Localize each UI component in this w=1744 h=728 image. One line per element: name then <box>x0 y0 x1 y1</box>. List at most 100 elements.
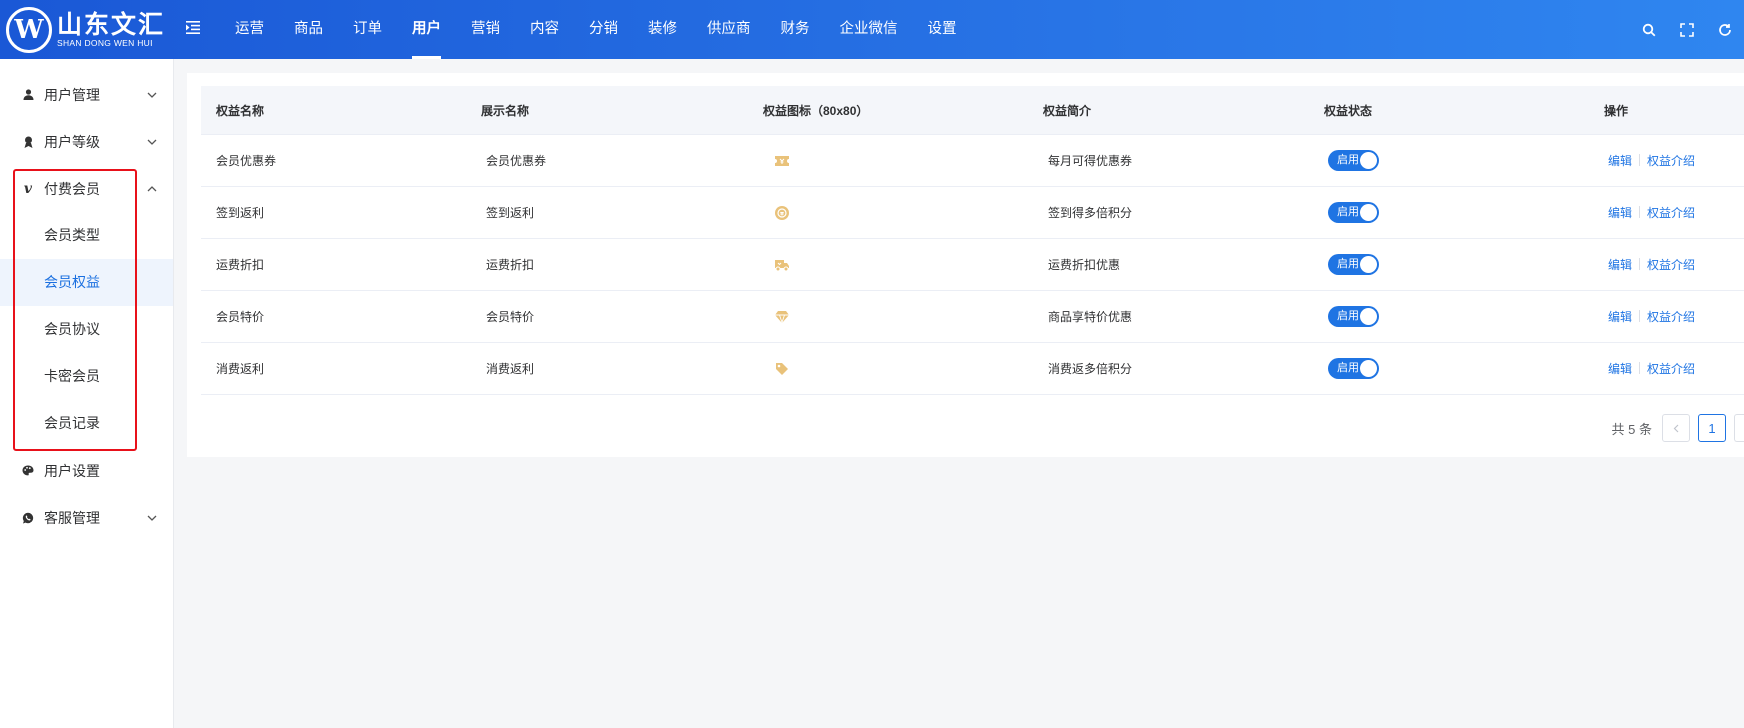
main-nav: 运营 商品 订单 用户 营销 内容 分销 装修 供应商 财务 企业微信 设置 <box>220 0 972 59</box>
top-header: W 山东文汇 SHAN DONG WEN HUI 运营 商品 订单 用户 营销 … <box>0 0 1744 59</box>
display-name: 会员特价 <box>486 310 535 324</box>
benefit-name: 会员优惠券 <box>216 154 277 168</box>
table-row: 运费折扣 运费折扣 运费折扣优惠 启用 编辑 权益介绍 <box>201 239 1744 291</box>
pagination-total: 共 5 条 <box>1611 421 1652 437</box>
column-header: 权益名称 <box>216 103 265 118</box>
table-header: 权益名称 展示名称 权益图标（80x80） 权益简介 权益状态 操作 <box>201 86 1744 135</box>
nav-tab-settings[interactable]: 设置 <box>913 0 972 59</box>
tag-icon <box>774 361 790 377</box>
nav-tab-operations[interactable]: 运营 <box>220 0 279 59</box>
coin-icon <box>774 205 790 221</box>
benefit-intro-link[interactable]: 权益介绍 <box>1647 362 1695 376</box>
table-row: 会员特价 会员特价 商品享特价优惠 启用 编辑 权益介绍 <box>201 291 1744 343</box>
vip-icon: v <box>23 180 33 197</box>
table-row: 消费返利 消费返利 消费返多倍积分 启用 编辑 权益介绍 <box>201 343 1744 395</box>
sidebar-item-label: 用户设置 <box>44 462 100 479</box>
nav-tab-distribution[interactable]: 分销 <box>574 0 633 59</box>
nav-tab-suppliers[interactable]: 供应商 <box>692 0 766 59</box>
benefit-intro: 签到得多倍积分 <box>1048 206 1133 220</box>
benefit-intro: 消费返多倍积分 <box>1048 362 1133 376</box>
sidebar-item-paid-member[interactable]: v 付费会员 <box>0 165 173 212</box>
sidebar-item-label: 客服管理 <box>44 509 100 526</box>
display-name: 消费返利 <box>486 362 535 376</box>
sidebar-item-user-level[interactable]: 用户等级 <box>0 118 173 165</box>
nav-tab-decoration[interactable]: 装修 <box>633 0 692 59</box>
refresh-icon[interactable] <box>1706 23 1744 37</box>
display-name: 签到返利 <box>486 206 535 220</box>
truck-icon <box>774 257 790 273</box>
table-row: 签到返利 签到返利 签到得多倍积分 启用 编辑 权益介绍 <box>201 187 1744 239</box>
sidebar-subitem-member-benefits[interactable]: 会员权益 <box>0 259 173 306</box>
benefits-table: 权益名称 展示名称 权益图标（80x80） 权益简介 权益状态 操作 会员优惠券… <box>201 86 1744 395</box>
sidebar-item-user-settings[interactable]: 用户设置 <box>0 447 173 494</box>
prev-page-button[interactable] <box>1662 414 1690 442</box>
logo-mark: W <box>6 6 52 53</box>
status-toggle[interactable]: 启用 <box>1328 358 1379 379</box>
benefit-name: 消费返利 <box>216 362 265 376</box>
status-toggle[interactable]: 启用 <box>1328 150 1379 171</box>
page-button-current[interactable]: 1 <box>1698 414 1726 442</box>
user-icon <box>20 87 36 103</box>
column-header: 权益简介 <box>1043 103 1092 118</box>
benefit-intro-link[interactable]: 权益介绍 <box>1647 154 1695 168</box>
brand-name-en: SHAN DONG WEN HUI <box>57 37 153 48</box>
nav-tab-users[interactable]: 用户 <box>397 0 456 59</box>
column-header: 权益状态 <box>1324 103 1373 118</box>
chevron-up-icon <box>147 165 157 212</box>
palette-icon <box>20 463 36 479</box>
sidebar-item-service-management[interactable]: 客服管理 <box>0 494 173 541</box>
nav-tab-orders[interactable]: 订单 <box>338 0 397 59</box>
benefit-name: 会员特价 <box>216 310 265 324</box>
edit-link[interactable]: 编辑 <box>1608 362 1632 376</box>
whatsapp-icon <box>20 510 36 526</box>
column-header: 操作 <box>1604 103 1629 118</box>
edit-link[interactable]: 编辑 <box>1608 154 1632 168</box>
sidebar-item-label: 用户等级 <box>44 133 100 150</box>
sidebar-subitem-member-type[interactable]: 会员类型 <box>0 212 173 259</box>
benefit-intro-link[interactable]: 权益介绍 <box>1647 310 1695 324</box>
edit-link[interactable]: 编辑 <box>1608 206 1632 220</box>
sidebar: 用户管理 用户等级 v 付费会员 会员类型 会员权益 会员协议 卡密会员 会员记… <box>0 59 174 728</box>
benefit-name: 签到返利 <box>216 206 265 220</box>
sidebar-subitem-member-agreement[interactable]: 会员协议 <box>0 306 173 353</box>
status-toggle[interactable]: 启用 <box>1328 254 1379 275</box>
benefit-name: 运费折扣 <box>216 258 265 272</box>
fullscreen-icon[interactable] <box>1668 22 1706 37</box>
display-name: 会员优惠券 <box>486 154 547 168</box>
sidebar-item-label: 付费会员 <box>44 180 100 197</box>
display-name: 运费折扣 <box>486 258 535 272</box>
status-toggle[interactable]: 启用 <box>1328 202 1379 223</box>
edit-link[interactable]: 编辑 <box>1608 258 1632 272</box>
diamond-icon <box>774 309 790 325</box>
column-header: 权益图标（80x80） <box>763 103 869 118</box>
sidebar-item-label: 用户管理 <box>44 86 100 103</box>
next-page-button[interactable] <box>1734 414 1744 442</box>
nav-tab-finance[interactable]: 财务 <box>766 0 825 59</box>
pagination: 共 5 条 1 <box>1612 413 1744 443</box>
chevron-down-icon <box>147 71 157 118</box>
benefit-intro-link[interactable]: 权益介绍 <box>1647 258 1695 272</box>
main-content: 权益名称 展示名称 权益图标（80x80） 权益简介 权益状态 操作 会员优惠券… <box>187 73 1744 457</box>
benefit-intro: 运费折扣优惠 <box>1048 258 1121 272</box>
nav-tab-products[interactable]: 商品 <box>279 0 338 59</box>
brand-name-cn: 山东文汇 <box>57 9 166 39</box>
nav-tab-marketing[interactable]: 营销 <box>456 0 515 59</box>
column-header: 展示名称 <box>481 103 530 118</box>
coupon-icon <box>774 153 790 169</box>
sidebar-subitem-card-member[interactable]: 卡密会员 <box>0 353 173 400</box>
benefit-intro: 每月可得优惠券 <box>1048 154 1133 168</box>
status-toggle[interactable]: 启用 <box>1328 306 1379 327</box>
menu-collapse-icon[interactable] <box>186 0 206 59</box>
search-icon[interactable] <box>1630 23 1668 37</box>
brand-logo[interactable]: W 山东文汇 SHAN DONG WEN HUI <box>0 0 170 59</box>
nav-tab-content[interactable]: 内容 <box>515 0 574 59</box>
edit-link[interactable]: 编辑 <box>1608 310 1632 324</box>
chevron-down-icon <box>147 118 157 165</box>
sidebar-item-user-management[interactable]: 用户管理 <box>0 71 173 118</box>
benefit-intro-link[interactable]: 权益介绍 <box>1647 206 1695 220</box>
nav-tab-wecom[interactable]: 企业微信 <box>825 0 913 59</box>
chevron-down-icon <box>147 494 157 541</box>
sidebar-subitem-member-records[interactable]: 会员记录 <box>0 400 173 447</box>
table-row: 会员优惠券 会员优惠券 每月可得优惠券 启用 编辑 权益介绍 <box>201 135 1744 187</box>
benefit-intro: 商品享特价优惠 <box>1048 310 1133 324</box>
